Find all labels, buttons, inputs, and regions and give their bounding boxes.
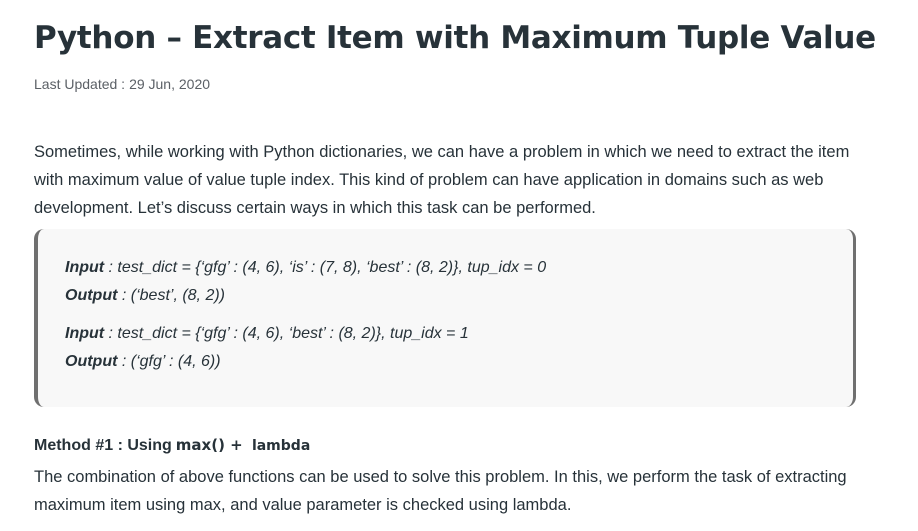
example-output: Output : (‘gfg’ : (4, 6)) [65, 348, 469, 376]
method-code-lambda: lambda [251, 438, 311, 454]
example-1: Input : test_dict = {‘gfg’ : (4, 6), ‘is… [65, 254, 546, 310]
method-description: The combination of above functions can b… [34, 468, 847, 514]
method-heading-text: Method #1 : Using [34, 437, 172, 454]
input-label: Input [65, 259, 105, 276]
example-input: Input : test_dict = {‘gfg’ : (4, 6), ‘is… [65, 254, 546, 282]
intro-paragraph: Sometimes, while working with Python dic… [34, 143, 850, 217]
method-code: max() + [175, 436, 248, 454]
method-heading: Method #1 : Using max() + lambda [34, 436, 310, 455]
output-label: Output [65, 353, 118, 370]
last-updated-label: Last Updated : [34, 76, 126, 92]
last-updated-date: 29 Jun, 2020 [129, 76, 211, 92]
example-2: Input : test_dict = {‘gfg’ : (4, 6), ‘be… [65, 320, 469, 376]
input-text: : test_dict = {‘gfg’ : (4, 6), ‘best’ : … [104, 325, 469, 342]
example-blockquote: Input : test_dict = {‘gfg’ : (4, 6), ‘is… [34, 229, 856, 407]
example-input: Input : test_dict = {‘gfg’ : (4, 6), ‘be… [65, 320, 469, 348]
input-text: : test_dict = {‘gfg’ : (4, 6), ‘is’ : (7… [104, 259, 547, 276]
output-label: Output [65, 287, 118, 304]
input-label: Input [65, 325, 105, 342]
page-title: Python – Extract Item with Maximum Tuple… [34, 20, 876, 56]
last-updated: Last Updated :29 Jun, 2020 [34, 76, 210, 92]
example-output: Output : (‘best’, (8, 2)) [65, 282, 546, 310]
output-text: : (‘gfg’ : (4, 6)) [117, 353, 221, 370]
output-text: : (‘best’, (8, 2)) [117, 287, 225, 304]
